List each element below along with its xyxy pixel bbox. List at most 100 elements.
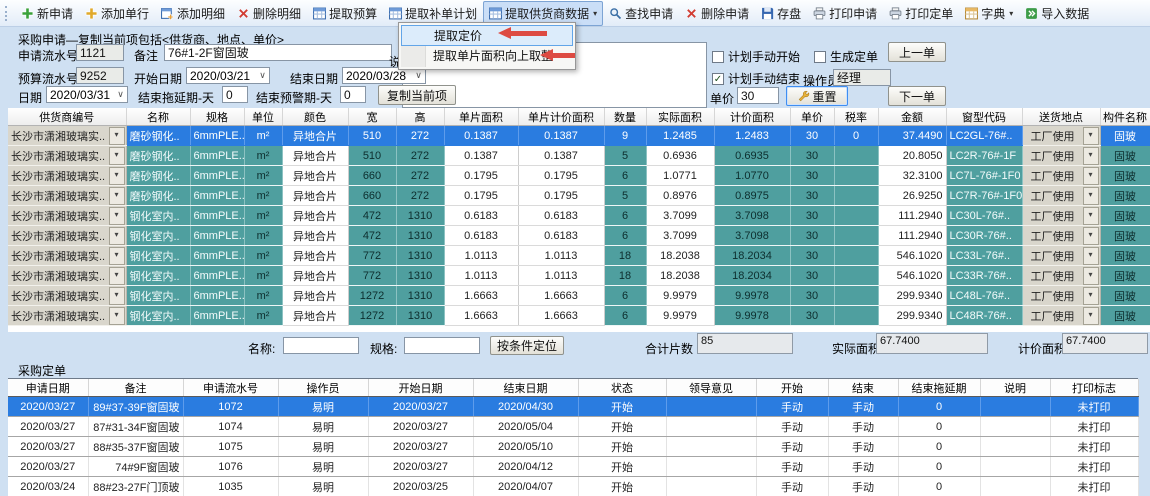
- table-cell[interactable]: 固玻: [1100, 286, 1150, 306]
- table-row[interactable]: 长沙市潇湘玻璃实..▾磨砂钢化..6mmPLE..m²异地合片6602720.1…: [8, 166, 1150, 186]
- table-cell[interactable]: 2020/03/27: [368, 397, 473, 417]
- table-cell[interactable]: 0.1387: [444, 126, 518, 146]
- table-cell[interactable]: 1310: [396, 306, 444, 326]
- table-cell[interactable]: 异地合片: [282, 186, 348, 206]
- table-cell[interactable]: 6mmPLE..: [190, 246, 244, 266]
- table-cell[interactable]: LC7R-76#-1F0: [946, 186, 1022, 206]
- table-cell[interactable]: 工厂使用▾: [1022, 166, 1100, 186]
- table-cell[interactable]: 6mmPLE..: [190, 286, 244, 306]
- table-cell[interactable]: 2020/05/04: [473, 417, 578, 437]
- checkbox-icon[interactable]: ✓: [712, 73, 724, 85]
- table-cell[interactable]: m²: [244, 206, 282, 226]
- table-cell[interactable]: 299.9340: [878, 306, 946, 326]
- table-cell[interactable]: 6mmPLE..: [190, 206, 244, 226]
- table-cell[interactable]: 手动: [828, 397, 898, 417]
- unit-price-input[interactable]: [737, 87, 779, 104]
- chevron-down-icon[interactable]: ▾: [109, 287, 125, 305]
- table-cell[interactable]: 易明: [278, 437, 368, 457]
- table-cell[interactable]: 异地合片: [282, 306, 348, 326]
- table-cell[interactable]: 0.6183: [518, 206, 604, 226]
- table-cell[interactable]: 0.1795: [444, 186, 518, 206]
- table-cell[interactable]: 30: [790, 166, 834, 186]
- table-cell[interactable]: [666, 417, 756, 437]
- table-cell[interactable]: [666, 437, 756, 457]
- table-cell[interactable]: 1310: [396, 206, 444, 226]
- table-cell[interactable]: 3.7098: [714, 206, 790, 226]
- table-cell[interactable]: m²: [244, 166, 282, 186]
- table-cell[interactable]: 111.2940: [878, 226, 946, 246]
- table-cell[interactable]: LC48L-76#..: [946, 286, 1022, 306]
- chevron-down-icon[interactable]: ▾: [1083, 127, 1099, 145]
- table-row[interactable]: 2020/03/2788#35-37F窗固玻1075易明2020/03/2720…: [8, 437, 1138, 457]
- table-cell[interactable]: 长沙市潇湘玻璃实..▾: [8, 186, 126, 206]
- table-cell[interactable]: [980, 477, 1050, 496]
- table-cell[interactable]: 2020/04/12: [473, 457, 578, 477]
- table-cell[interactable]: 30: [790, 306, 834, 326]
- table-cell[interactable]: 0.1387: [518, 126, 604, 146]
- table-cell[interactable]: 长沙市潇湘玻璃实..▾: [8, 246, 126, 266]
- table-cell[interactable]: 30: [790, 126, 834, 146]
- table-cell[interactable]: 2020/03/27: [368, 457, 473, 477]
- table-cell[interactable]: 工厂使用▾: [1022, 186, 1100, 206]
- table-cell[interactable]: 772: [348, 266, 396, 286]
- table-cell[interactable]: 未打印: [1050, 397, 1138, 417]
- table-cell[interactable]: 6mmPLE..: [190, 266, 244, 286]
- table-cell[interactable]: 0.8976: [646, 186, 714, 206]
- table-cell[interactable]: 1.0113: [518, 266, 604, 286]
- table-cell[interactable]: 1.0113: [444, 266, 518, 286]
- table-cell[interactable]: [834, 266, 878, 286]
- table-cell[interactable]: m²: [244, 186, 282, 206]
- table-cell[interactable]: 1.6663: [444, 286, 518, 306]
- table-cell[interactable]: 18.2034: [714, 246, 790, 266]
- toolbar-button-search[interactable]: 查找申请: [603, 1, 679, 26]
- table-cell[interactable]: 0.1795: [518, 166, 604, 186]
- table-cell[interactable]: m²: [244, 306, 282, 326]
- prev-order-button[interactable]: 上一单: [888, 42, 946, 62]
- table-cell[interactable]: 固玻: [1100, 266, 1150, 286]
- table-cell[interactable]: 异地合片: [282, 166, 348, 186]
- table-cell[interactable]: 手动: [756, 397, 828, 417]
- table-cell[interactable]: 磨砂钢化..: [126, 126, 190, 146]
- table-cell[interactable]: [834, 306, 878, 326]
- table-cell[interactable]: 固玻: [1100, 146, 1150, 166]
- chevron-down-icon[interactable]: ▾: [1083, 267, 1099, 285]
- table-cell[interactable]: 2020/03/27: [8, 437, 88, 457]
- table-cell[interactable]: 2020/03/27: [368, 437, 473, 457]
- table-cell[interactable]: 30: [790, 226, 834, 246]
- table-cell[interactable]: 88#23-27F门顶玻: [88, 477, 183, 496]
- table-cell[interactable]: 6: [604, 226, 646, 246]
- chevron-down-icon[interactable]: ▾: [1083, 287, 1099, 305]
- table-cell[interactable]: 6: [604, 286, 646, 306]
- table-cell[interactable]: 长沙市潇湘玻璃实..▾: [8, 166, 126, 186]
- table-cell[interactable]: 6mmPLE..: [190, 126, 244, 146]
- table-cell[interactable]: 钢化室内..: [126, 226, 190, 246]
- start-date-picker[interactable]: 2020/03/21 ∨: [186, 67, 270, 84]
- table-cell[interactable]: 开始: [578, 397, 666, 417]
- table-cell[interactable]: 30: [790, 186, 834, 206]
- chevron-down-icon[interactable]: ▾: [593, 9, 597, 18]
- table-cell[interactable]: 510: [348, 146, 396, 166]
- chevron-down-icon[interactable]: ▾: [109, 307, 125, 325]
- table-cell[interactable]: 固玻: [1100, 186, 1150, 206]
- table-cell[interactable]: 长沙市潇湘玻璃实..▾: [8, 126, 126, 146]
- table-cell[interactable]: 开始: [578, 417, 666, 437]
- table-cell[interactable]: [834, 166, 878, 186]
- table-cell[interactable]: 2020/04/07: [473, 477, 578, 496]
- table-row[interactable]: 长沙市潇湘玻璃实..▾钢化室内..6mmPLE..m²异地合片127213101…: [8, 306, 1150, 326]
- toolbar-button-print-order[interactable]: 打印定单: [883, 1, 959, 26]
- remark-input[interactable]: [164, 44, 392, 61]
- table-row[interactable]: 长沙市潇湘玻璃实..▾磨砂钢化..6mmPLE..m²异地合片5102720.1…: [8, 146, 1150, 166]
- table-row[interactable]: 长沙市潇湘玻璃实..▾钢化室内..6mmPLE..m²异地合片47213100.…: [8, 206, 1150, 226]
- table-cell[interactable]: 钢化室内..: [126, 246, 190, 266]
- table-cell[interactable]: 2020/03/27: [368, 417, 473, 437]
- table-cell[interactable]: 工厂使用▾: [1022, 266, 1100, 286]
- table-cell[interactable]: [980, 457, 1050, 477]
- table-cell[interactable]: 0: [898, 477, 980, 496]
- toolbar-button-print-request[interactable]: 打印申请: [807, 1, 883, 26]
- table-cell[interactable]: 1.0113: [518, 246, 604, 266]
- table-cell[interactable]: 磨砂钢化..: [126, 146, 190, 166]
- table-cell[interactable]: [980, 397, 1050, 417]
- table-cell[interactable]: 6mmPLE..: [190, 306, 244, 326]
- table-cell[interactable]: 2020/03/27: [8, 417, 88, 437]
- table-cell[interactable]: 手动: [828, 417, 898, 437]
